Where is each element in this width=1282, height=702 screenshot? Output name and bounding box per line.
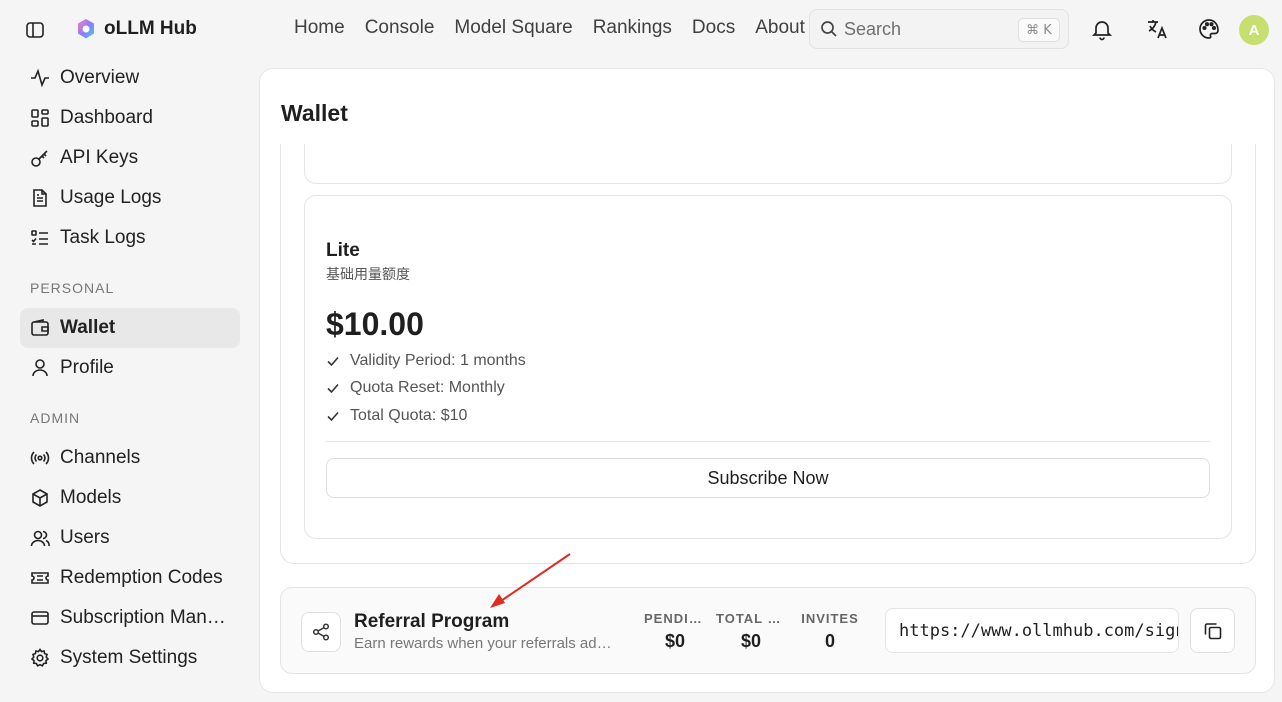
divider <box>326 441 1210 442</box>
top-nav: Home Console Model Square Rankings Docs … <box>294 17 805 39</box>
sidebar-item-usage-logs[interactable]: Usage Logs <box>20 178 240 218</box>
brand[interactable]: oLLM Hub <box>76 18 197 40</box>
search-placeholder: Search <box>844 18 902 39</box>
referral-link-field[interactable]: https://www.ollmhub.com/sign <box>885 608 1179 653</box>
sidebar-item-label: Dashboard <box>60 107 153 128</box>
sidebar-item-wallet[interactable]: Wallet <box>20 308 240 348</box>
card-icon <box>31 611 49 625</box>
sidebar-item-overview[interactable]: Overview <box>20 58 240 98</box>
sidebar-item-users[interactable]: Users <box>20 518 240 558</box>
check-icon <box>327 411 339 422</box>
activity-icon <box>31 68 49 88</box>
sidebar-item-label: System Settings <box>60 647 198 668</box>
share-button[interactable] <box>301 612 341 652</box>
document-icon <box>33 189 47 207</box>
plan-feature: Quota Reset: Monthly <box>326 379 505 397</box>
sidebar-item-models[interactable]: Models <box>20 478 240 518</box>
search-input[interactable]: Search ⌘ K <box>809 9 1069 49</box>
referral-title: Referral Program <box>354 611 510 632</box>
sidebar-item-label: Models <box>60 487 122 508</box>
nav-home[interactable]: Home <box>294 17 345 39</box>
sidebar-item-channels[interactable]: Channels <box>20 438 240 478</box>
sidebar-item-redemption-codes[interactable]: Redemption Codes <box>20 558 240 598</box>
stat-label: INVITES <box>801 611 859 626</box>
sidebar-item-label: Profile <box>60 357 114 378</box>
stat-label: TOTAL E… <box>716 611 786 626</box>
avatar[interactable]: A <box>1239 15 1269 45</box>
cube-icon <box>32 489 48 507</box>
copy-icon <box>1204 622 1221 639</box>
plan-feature-text: Validity Period: 1 months <box>350 352 526 369</box>
plan-card-previous <box>304 144 1232 184</box>
plan-subtitle: 基础用量额度 <box>326 267 410 283</box>
page-title: Wallet <box>281 100 348 126</box>
sidebar-item-label: Wallet <box>60 317 116 338</box>
referral-program-card: Referral Program Earn rewards when your … <box>280 587 1256 674</box>
plan-feature: Validity Period: 1 months <box>326 352 526 370</box>
plan-card-lite: Lite 基础用量额度 $10.00 Validity Period: 1 mo… <box>304 195 1232 539</box>
brand-logo-icon <box>78 19 94 39</box>
sidebar-item-system-settings[interactable]: System Settings <box>20 638 240 678</box>
sidebar-item-label: Users <box>60 527 110 548</box>
plan-name: Lite <box>326 240 360 261</box>
sidebar-item-label: Task Logs <box>60 227 146 248</box>
copy-link-button[interactable] <box>1190 608 1235 653</box>
broadcast-icon <box>30 451 50 465</box>
top-bar: oLLM Hub Home Console Model Square Ranki… <box>0 0 1282 62</box>
stat-value: $0 <box>740 631 762 651</box>
sidebar-item-label: Redemption Codes <box>60 567 223 588</box>
ticket-icon <box>31 572 49 584</box>
search-shortcut: ⌘ K <box>1018 18 1060 42</box>
nav-docs[interactable]: Docs <box>692 17 735 39</box>
share-icon <box>312 623 330 641</box>
sidebar-item-task-logs[interactable]: Task Logs <box>20 218 240 258</box>
brand-name: oLLM Hub <box>104 18 197 39</box>
sidebar-item-api-keys[interactable]: API Keys <box>20 138 240 178</box>
nav-about[interactable]: About <box>755 17 805 39</box>
user-icon <box>32 359 48 377</box>
check-icon <box>327 356 339 367</box>
bell-icon[interactable] <box>1090 17 1114 41</box>
stat-invites: INVITES 0 <box>799 611 861 652</box>
plan-feature-text: Quota Reset: Monthly <box>350 379 505 396</box>
sidebar-item-label: Overview <box>60 67 140 88</box>
section-heading-admin: ADMIN <box>30 410 81 426</box>
plan-price: $10.00 <box>326 306 424 342</box>
sidebar-item-label: Channels <box>60 447 141 468</box>
plan-feature-text: Total Quota: $10 <box>350 407 468 424</box>
stat-total-earned: TOTAL E… $0 <box>716 611 786 652</box>
stat-label: PENDING <box>644 611 706 626</box>
section-heading-personal: PERSONAL <box>30 280 115 296</box>
list-icon <box>31 230 48 245</box>
referral-description: Earn rewards when your referrals ad… <box>354 635 612 652</box>
check-icon <box>327 383 339 394</box>
sidebar-item-label: Usage Logs <box>60 187 162 208</box>
sidebar-item-dashboard[interactable]: Dashboard <box>20 98 240 138</box>
nav-rankings[interactable]: Rankings <box>593 17 672 39</box>
palette-icon[interactable] <box>1197 17 1221 41</box>
stat-value: 0 <box>824 631 835 651</box>
main-content: Wallet Lite 基础用量额度 $10.00 Validity Perio… <box>259 68 1275 693</box>
sidebar-toggle-icon[interactable] <box>25 20 45 40</box>
users-icon <box>30 530 50 547</box>
wallet-icon <box>31 319 49 336</box>
stat-value: $0 <box>664 631 686 651</box>
search-icon <box>821 21 837 37</box>
sidebar-item-label: Subscription Mana… <box>60 607 232 628</box>
stat-pending: PENDING $0 <box>644 611 706 652</box>
sidebar-item-profile[interactable]: Profile <box>20 348 240 388</box>
nav-model-square[interactable]: Model Square <box>454 17 572 39</box>
sidebar-item-label: API Keys <box>60 147 139 168</box>
sidebar-item-subscription-management[interactable]: Subscription Mana… <box>20 598 240 638</box>
gear-icon <box>30 648 50 667</box>
plan-feature: Total Quota: $10 <box>326 407 467 425</box>
nav-console[interactable]: Console <box>365 17 435 39</box>
key-icon <box>31 150 48 167</box>
translate-icon[interactable] <box>1145 17 1169 41</box>
subscribe-now-button[interactable]: Subscribe Now <box>326 458 1210 498</box>
dashboard-icon <box>31 109 49 127</box>
